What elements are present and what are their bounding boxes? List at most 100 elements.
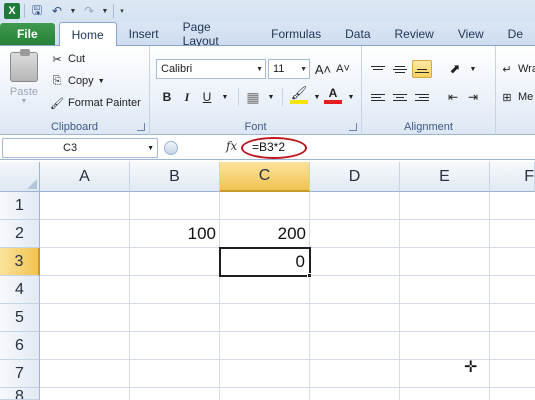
align-left-icon[interactable] bbox=[368, 88, 388, 106]
row-header-6[interactable]: 6 bbox=[0, 332, 40, 360]
excel-app-icon[interactable]: X bbox=[4, 3, 20, 19]
paste-label: Paste bbox=[9, 86, 39, 98]
tab-developer[interactable]: De bbox=[496, 23, 535, 45]
cell-c2[interactable]: 200 bbox=[220, 220, 310, 248]
column-header-d[interactable]: D bbox=[310, 162, 400, 192]
clipboard-group: Paste ▼ ✂ Cut ⎘ Copy ▼ 🖌 Format Painter … bbox=[0, 46, 150, 135]
font-size-dropdown[interactable]: 11 ▼ bbox=[268, 59, 310, 79]
formula-input[interactable]: =B3*2 bbox=[252, 140, 285, 154]
ribbon: Paste ▼ ✂ Cut ⎘ Copy ▼ 🖌 Format Painter … bbox=[0, 46, 535, 135]
paste-button[interactable]: Paste ▼ bbox=[6, 49, 42, 108]
font-color-dropdown-icon[interactable]: ▼ bbox=[342, 88, 360, 106]
copy-button[interactable]: ⎘ Copy ▼ bbox=[50, 74, 105, 88]
copy-dropdown-icon[interactable]: ▼ bbox=[98, 78, 105, 85]
alignment-group: ⬈ ▼ ⇤ ⇥ Alignment bbox=[362, 46, 496, 135]
align-right-icon[interactable] bbox=[412, 88, 432, 106]
clipboard-group-label: Clipboard bbox=[50, 121, 99, 133]
fill-handle[interactable] bbox=[307, 273, 312, 278]
row-header-4[interactable]: 4 bbox=[0, 276, 40, 304]
column-header-b[interactable]: B bbox=[130, 162, 220, 192]
shrink-font-icon: A˅ bbox=[336, 63, 350, 75]
select-all-button[interactable] bbox=[0, 162, 40, 192]
scissors-icon: ✂ bbox=[52, 53, 62, 66]
copy-icon: ⎘ bbox=[52, 74, 62, 87]
font-divider bbox=[282, 88, 283, 106]
qat-separator bbox=[24, 4, 25, 18]
chevron-down-icon: ▼ bbox=[256, 65, 263, 73]
column-header-f[interactable]: F bbox=[490, 162, 535, 192]
cell-c3-active[interactable]: 0 bbox=[219, 247, 311, 277]
tab-formulas[interactable]: Formulas bbox=[259, 23, 333, 45]
borders-dropdown-icon[interactable]: ▼ bbox=[262, 88, 280, 106]
undo-icon[interactable]: ↶ bbox=[49, 3, 65, 19]
tab-review[interactable]: Review bbox=[383, 23, 446, 45]
align-center-icon[interactable] bbox=[390, 88, 410, 106]
insert-function-icon[interactable]: fx bbox=[226, 139, 237, 153]
paintbrush-icon: 🖌 bbox=[50, 97, 64, 110]
font-launcher-icon[interactable] bbox=[349, 123, 357, 131]
grow-font-button[interactable]: A˄ bbox=[314, 60, 332, 78]
merge-icon: ⊞ bbox=[502, 91, 512, 104]
merge-label: Me bbox=[518, 91, 534, 103]
cut-label: Cut bbox=[68, 53, 86, 65]
undo-dropdown-icon[interactable]: ▼ bbox=[69, 8, 77, 15]
name-box-value: C3 bbox=[63, 142, 78, 154]
align-top-icon[interactable] bbox=[368, 60, 388, 78]
orientation-icon[interactable]: ⬈ bbox=[446, 60, 464, 78]
font-group: Calibri ▼ 11 ▼ A˄ A˅ B I U ▼ ▦ ▼ 🖌 ▼ A ▼… bbox=[150, 46, 362, 135]
increase-indent-icon[interactable]: ⇥ bbox=[464, 88, 482, 106]
decrease-indent-icon[interactable]: ⇤ bbox=[444, 88, 462, 106]
paste-dropdown-icon[interactable]: ▼ bbox=[21, 98, 28, 105]
font-color-icon[interactable]: A bbox=[324, 86, 342, 104]
column-header-e[interactable]: E bbox=[400, 162, 490, 192]
wrap-text-button[interactable]: ↵ Wra bbox=[500, 62, 535, 76]
save-icon[interactable]: 🖫 bbox=[29, 3, 45, 19]
tab-data[interactable]: Data bbox=[333, 23, 382, 45]
formula-bar: C3 ▼ fx =B3*2 bbox=[0, 136, 535, 160]
row-header-2[interactable]: 2 bbox=[0, 220, 40, 248]
font-group-label: Font bbox=[244, 121, 267, 133]
row-header-8[interactable]: 8 bbox=[0, 388, 40, 400]
font-name-dropdown[interactable]: Calibri ▼ bbox=[156, 59, 266, 79]
row-header-7[interactable]: 7 bbox=[0, 360, 40, 388]
merge-center-button[interactable]: ⊞ Me bbox=[500, 90, 533, 104]
cell-b2[interactable]: 100 bbox=[130, 220, 220, 248]
ribbon-tabs: File Home Insert Page Layout Formulas Da… bbox=[0, 20, 535, 48]
quick-access-toolbar: X 🖫 ↶ ▼ ↷ ▼ ▾ bbox=[0, 0, 535, 22]
chevron-down-icon[interactable]: ▼ bbox=[147, 145, 154, 152]
chevron-down-icon: ▼ bbox=[300, 65, 307, 73]
bold-button[interactable]: B bbox=[158, 88, 176, 106]
underline-dropdown-icon[interactable]: ▼ bbox=[216, 88, 234, 106]
underline-button[interactable]: U bbox=[198, 88, 216, 106]
align-bottom-icon[interactable] bbox=[412, 60, 432, 78]
column-header-c[interactable]: C bbox=[220, 162, 310, 192]
name-box[interactable]: C3 ▼ bbox=[2, 138, 158, 158]
clipboard-launcher-icon[interactable] bbox=[137, 123, 145, 131]
format-painter-button[interactable]: 🖌 Format Painter bbox=[50, 96, 141, 110]
row-header-1[interactable]: 1 bbox=[0, 192, 40, 220]
formula-bar-resize-handle[interactable] bbox=[164, 141, 178, 155]
qat-separator bbox=[113, 4, 114, 18]
fill-color-icon[interactable]: 🖌 bbox=[290, 85, 308, 104]
tab-file[interactable]: File bbox=[0, 23, 55, 45]
tab-view[interactable]: View bbox=[446, 23, 496, 45]
cut-button[interactable]: ✂ Cut bbox=[50, 52, 85, 66]
tab-home[interactable]: Home bbox=[58, 22, 117, 46]
borders-icon[interactable]: ▦ bbox=[244, 88, 262, 106]
align-middle-icon[interactable] bbox=[390, 60, 410, 78]
row-header-5[interactable]: 5 bbox=[0, 304, 40, 332]
cell-cursor-icon: ✛ bbox=[464, 359, 478, 376]
redo-icon[interactable]: ↷ bbox=[81, 3, 97, 19]
tab-page-layout[interactable]: Page Layout bbox=[171, 20, 259, 48]
redo-dropdown-icon[interactable]: ▼ bbox=[101, 8, 109, 15]
wrap-text-icon: ↵ bbox=[502, 63, 512, 76]
clipboard-icon bbox=[10, 49, 38, 82]
row-header-3[interactable]: 3 bbox=[0, 248, 40, 276]
tab-insert[interactable]: Insert bbox=[117, 23, 171, 45]
orientation-dropdown-icon[interactable]: ▼ bbox=[464, 60, 482, 78]
italic-button[interactable]: I bbox=[178, 88, 196, 106]
column-header-a[interactable]: A bbox=[40, 162, 130, 192]
alignment-group-label: Alignment bbox=[404, 121, 453, 133]
shrink-font-button[interactable]: A˅ bbox=[334, 60, 352, 78]
customize-qat-icon[interactable]: ▾ bbox=[118, 7, 126, 15]
